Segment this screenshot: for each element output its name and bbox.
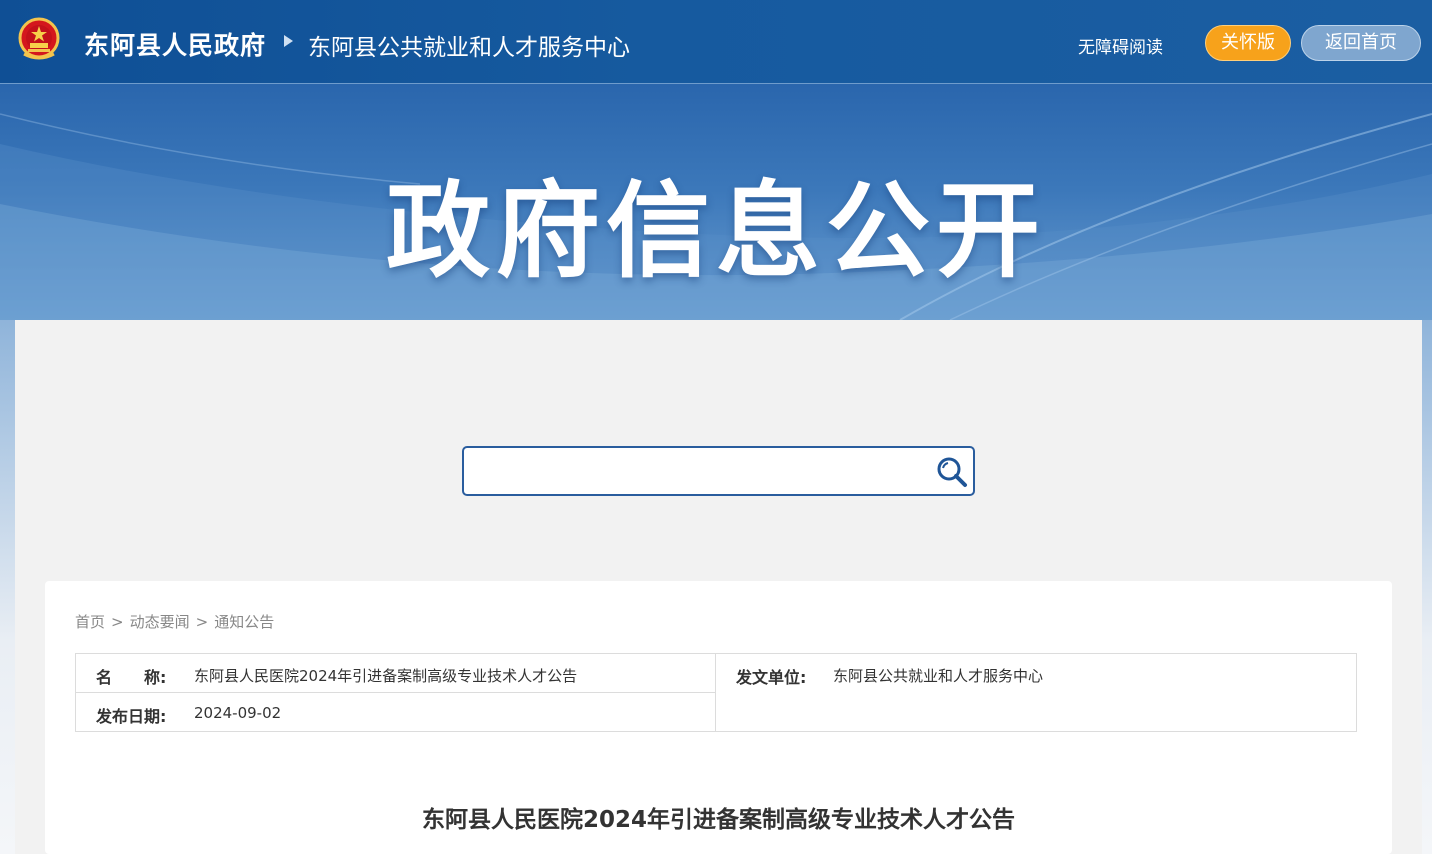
return-home-button[interactable]: 返回首页 (1301, 25, 1421, 61)
breadcrumb-notices[interactable]: 通知公告 (214, 613, 274, 631)
national-emblem-icon (18, 17, 60, 60)
right-side-gradient (1422, 320, 1432, 854)
left-side-gradient (0, 320, 15, 854)
meta-name-value: 东阿县人民医院2024年引进备案制高级专业技术人才公告 (194, 667, 578, 685)
breadcrumb-home[interactable]: 首页 (75, 613, 105, 631)
top-header-bar: 东阿县人民政府 东阿县公共就业和人才服务中心 无障碍阅读 关怀版 返回首页 (0, 0, 1432, 84)
search-input[interactable] (472, 454, 922, 488)
breadcrumb: 首页 > 动态要闻 > 通知公告 (75, 611, 274, 632)
care-version-button[interactable]: 关怀版 (1205, 25, 1291, 61)
article-title: 东阿县人民医院2024年引进备案制高级专业技术人才公告 (421, 807, 1015, 833)
breadcrumb-news[interactable]: 动态要闻 (130, 613, 190, 631)
breadcrumb-separator: > (111, 613, 124, 631)
meta-date-value: 2024-09-02 (194, 704, 282, 722)
accessibility-reading-link[interactable]: 无障碍阅读 (1078, 33, 1163, 58)
breadcrumb-separator: > (195, 613, 209, 631)
meta-name-label: 名 称: (96, 668, 167, 687)
meta-issuer-label: 发文单位: (736, 668, 807, 687)
banner-title: 政府信息公开 (385, 170, 1046, 292)
service-center-name[interactable]: 东阿县公共就业和人才服务中心 (308, 28, 630, 62)
meta-issuer-value: 东阿县公共就业和人才服务中心 (833, 667, 1044, 685)
meta-divider (75, 692, 716, 693)
banner: 政府信息公开 (0, 84, 1432, 320)
meta-date-label: 发布日期: (96, 707, 167, 726)
magnifier-icon[interactable] (934, 454, 970, 490)
triangle-right-icon (284, 35, 293, 47)
government-name-link[interactable]: 东阿县人民政府 (84, 26, 266, 62)
search-box (462, 446, 975, 496)
